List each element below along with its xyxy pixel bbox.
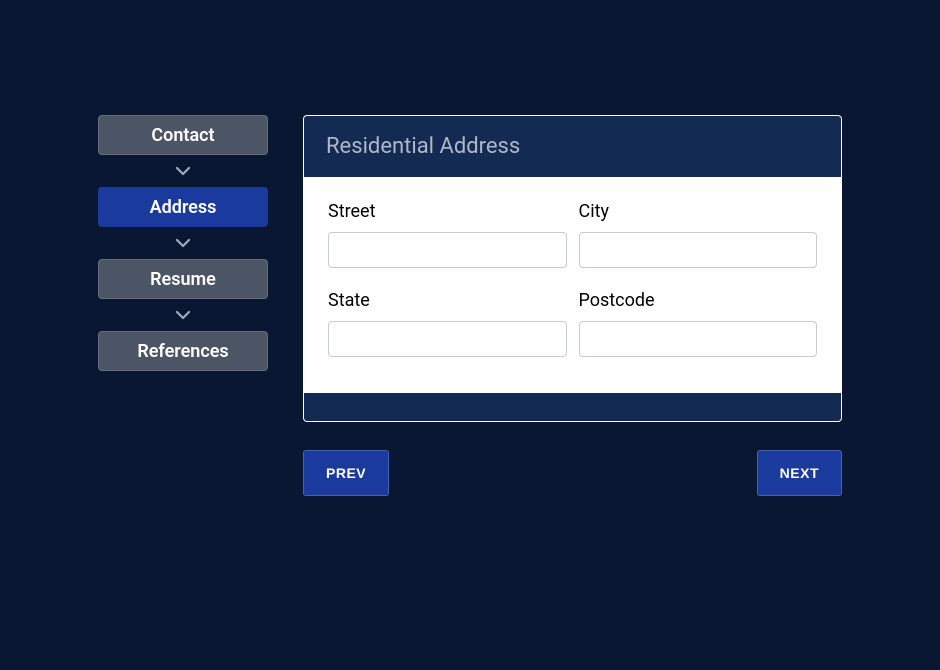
step-contact[interactable]: Contact bbox=[98, 115, 268, 155]
next-label: NEXT bbox=[780, 465, 819, 481]
chevron-down-icon bbox=[174, 164, 192, 178]
nav-buttons: PREV NEXT bbox=[303, 450, 842, 496]
street-input[interactable] bbox=[328, 232, 567, 268]
step-label: Contact bbox=[151, 125, 214, 146]
step-references[interactable]: References bbox=[98, 331, 268, 371]
prev-button[interactable]: PREV bbox=[303, 450, 389, 496]
chevron-down-icon bbox=[174, 236, 192, 250]
address-card: Residential Address Street City State bbox=[303, 115, 842, 422]
card-footer bbox=[304, 393, 841, 421]
step-label: Address bbox=[150, 197, 217, 218]
city-input[interactable] bbox=[579, 232, 818, 268]
step-label: References bbox=[137, 341, 228, 362]
postcode-label: Postcode bbox=[579, 290, 818, 311]
postcode-input[interactable] bbox=[579, 321, 818, 357]
stepper: Contact Address Resume References bbox=[98, 115, 268, 496]
street-label: Street bbox=[328, 201, 567, 222]
step-label: Resume bbox=[150, 269, 216, 290]
state-label: State bbox=[328, 290, 567, 311]
state-input[interactable] bbox=[328, 321, 567, 357]
step-resume[interactable]: Resume bbox=[98, 259, 268, 299]
step-address[interactable]: Address bbox=[98, 187, 268, 227]
card-body: Street City State Postcode bbox=[304, 177, 841, 393]
main-content: Residential Address Street City State bbox=[303, 115, 842, 496]
chevron-down-icon bbox=[174, 308, 192, 322]
next-button[interactable]: NEXT bbox=[757, 450, 842, 496]
city-label: City bbox=[579, 201, 818, 222]
prev-label: PREV bbox=[326, 465, 366, 481]
card-title: Residential Address bbox=[304, 116, 841, 177]
